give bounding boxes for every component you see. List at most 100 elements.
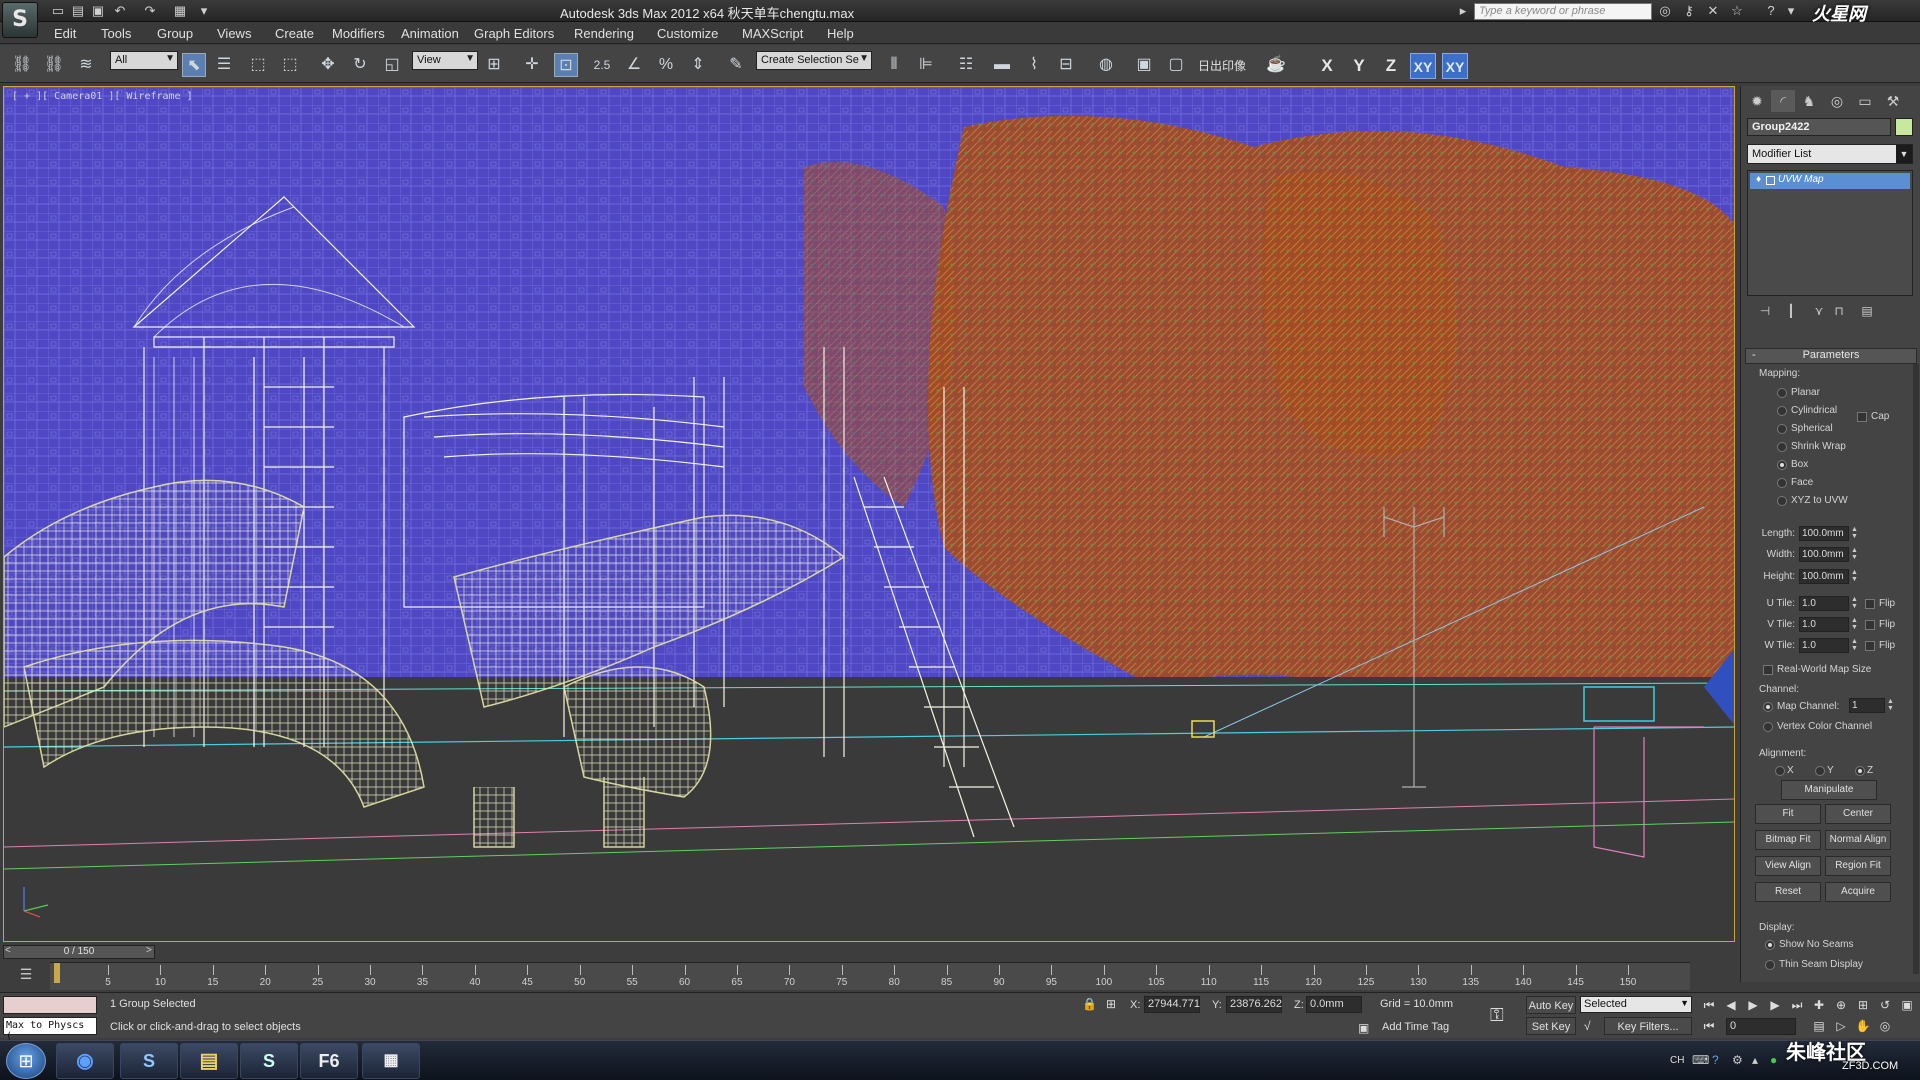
menu-graph-editors[interactable]: Graph Editors bbox=[474, 26, 554, 41]
fit-button[interactable]: Fit bbox=[1755, 804, 1821, 824]
curve-editor-icon[interactable]: ⌇ bbox=[1022, 53, 1046, 77]
go-to-start-icon[interactable]: ⏮ bbox=[1700, 996, 1718, 1014]
app-menu-button[interactable]: S bbox=[2, 2, 38, 38]
render-setup-icon[interactable]: ▣ bbox=[1132, 53, 1156, 77]
quick-access-dropdown-icon[interactable]: ▾ bbox=[196, 3, 212, 19]
time-slider[interactable]: 0 / 150 bbox=[3, 945, 155, 959]
key-mode-toggle-icon[interactable]: ⏮ bbox=[1700, 1017, 1718, 1035]
open-icon[interactable]: ▤ bbox=[70, 3, 86, 19]
named-selection-dropdown[interactable]: Create Selection Se ▼ bbox=[756, 51, 872, 70]
light-bulb-icon[interactable]: ♦ bbox=[1756, 174, 1761, 185]
menu-group[interactable]: Group bbox=[157, 26, 193, 41]
y-coord-field[interactable]: 23876.262 bbox=[1226, 996, 1282, 1013]
move-icon[interactable]: ✥ bbox=[316, 53, 340, 77]
mapping-radio-cylindrical[interactable] bbox=[1777, 406, 1787, 416]
window-crossing-icon[interactable]: ⬚ bbox=[278, 53, 302, 77]
snap-toggle-icon[interactable]: 2.5 bbox=[590, 53, 614, 77]
mapping-radio-xyz-to-uvw[interactable] bbox=[1777, 496, 1787, 506]
scale-icon[interactable]: ◱ bbox=[380, 53, 404, 77]
key-mode-dropdown[interactable]: Selected ▼ bbox=[1580, 996, 1692, 1013]
pan-icon[interactable]: ✋ bbox=[1854, 1017, 1872, 1035]
zoom-icon[interactable]: ✚ bbox=[1810, 996, 1828, 1014]
stack-item-uvw-map[interactable]: ♦ UVW Map bbox=[1750, 173, 1910, 189]
w-tile-field[interactable]: 1.0 bbox=[1799, 638, 1849, 653]
start-button[interactable]: ⊞ bbox=[6, 1043, 46, 1079]
menu-animation[interactable]: Animation bbox=[401, 26, 459, 41]
pin-stack-icon[interactable]: ⊣ bbox=[1755, 304, 1775, 322]
map-channel-spinner-icon[interactable]: ▲ ▼ bbox=[1887, 698, 1895, 713]
u-flip-checkbox[interactable] bbox=[1865, 599, 1875, 609]
bind-space-warp-icon[interactable]: ≋ bbox=[74, 53, 98, 77]
input-language-indicator[interactable]: CH bbox=[1670, 1055, 1684, 1066]
vertex-color-channel-radio[interactable] bbox=[1763, 722, 1773, 732]
material-editor-icon[interactable]: ◍ bbox=[1094, 53, 1118, 77]
star-icon[interactable]: ☆ bbox=[1728, 3, 1746, 19]
mapping-radio-shrink-wrap[interactable] bbox=[1777, 442, 1787, 452]
normal-align-button[interactable]: Normal Align bbox=[1825, 830, 1891, 850]
save-icon[interactable]: ▣ bbox=[90, 3, 106, 19]
search-input[interactable]: Type a keyword or phrase bbox=[1474, 3, 1652, 20]
command-panel-scrollbar[interactable] bbox=[1913, 364, 1919, 974]
binoculars-icon[interactable]: ◎ bbox=[1656, 3, 1674, 19]
next-frame-icon[interactable]: ▶ bbox=[1766, 996, 1784, 1014]
align-icon[interactable]: ⊫ bbox=[914, 53, 938, 77]
create-tab-icon[interactable]: ✹ bbox=[1745, 90, 1769, 112]
slider-right-arrow-icon[interactable]: > bbox=[146, 945, 152, 956]
map-channel-radio[interactable] bbox=[1763, 702, 1773, 712]
show-end-result-icon[interactable]: ┃ bbox=[1781, 304, 1801, 322]
mirror-icon[interactable]: ⫴ bbox=[882, 53, 906, 77]
absolute-mode-icon[interactable]: ⊞ bbox=[1106, 997, 1116, 1011]
real-world-map-size-checkbox[interactable] bbox=[1763, 665, 1773, 675]
u-tile-field[interactable]: 1.0 bbox=[1799, 596, 1849, 611]
select-object-icon[interactable]: ⬉ bbox=[182, 53, 206, 77]
expand-icon[interactable]: ▸ bbox=[1454, 3, 1472, 19]
current-frame-field[interactable]: 0 bbox=[1726, 1018, 1796, 1035]
bitmap-fit-button[interactable]: Bitmap Fit bbox=[1755, 830, 1821, 850]
tray-network-icon[interactable]: ● bbox=[1770, 1053, 1777, 1067]
modifier-list-dropdown[interactable]: Modifier List ▼ bbox=[1747, 144, 1913, 164]
align-z-radio[interactable] bbox=[1855, 766, 1865, 776]
keyboard-shortcut-override-icon[interactable]: ⊡ bbox=[554, 53, 578, 77]
rendered-frame-window-icon[interactable]: ▢ bbox=[1164, 53, 1188, 77]
tray-settings-icon[interactable]: ⚙ bbox=[1732, 1053, 1743, 1067]
schematic-view-icon[interactable]: ⊟ bbox=[1054, 53, 1078, 77]
display-tab-icon[interactable]: ▭ bbox=[1853, 90, 1877, 112]
align-x-radio[interactable] bbox=[1775, 766, 1785, 776]
viewport-label[interactable]: [ + ][ Camera01 ][ Wireframe ] bbox=[12, 91, 193, 102]
set-key-button[interactable]: Set Key bbox=[1526, 1017, 1576, 1035]
menu-help[interactable]: Help bbox=[827, 26, 854, 41]
angle-snap-icon[interactable]: ∠ bbox=[622, 53, 646, 77]
view-align-button[interactable]: View Align bbox=[1755, 856, 1821, 876]
layer-manager-icon[interactable]: ☷ bbox=[954, 53, 978, 77]
v-flip-checkbox[interactable] bbox=[1865, 620, 1875, 630]
acquire-button[interactable]: Acquire bbox=[1825, 882, 1891, 902]
height-spinner-icon[interactable]: ▲ ▼ bbox=[1851, 569, 1859, 584]
object-color-swatch[interactable] bbox=[1895, 118, 1913, 136]
mapping-radio-face[interactable] bbox=[1777, 478, 1787, 488]
taskbar-app-1[interactable]: ◉ bbox=[56, 1043, 114, 1079]
width-field[interactable]: 100.0mm bbox=[1799, 547, 1849, 562]
show-no-seams-radio[interactable] bbox=[1765, 940, 1775, 950]
render-teapot-icon[interactable]: ☕ bbox=[1264, 53, 1288, 77]
maxscript-mini-listener[interactable]: Max to Physcs ( bbox=[3, 1017, 97, 1042]
maximize-viewport-icon[interactable]: ▣ bbox=[1898, 996, 1916, 1014]
mapping-radio-box[interactable] bbox=[1777, 460, 1787, 470]
time-tag-icon[interactable]: ▣ bbox=[1358, 1021, 1369, 1035]
current-frame-marker[interactable] bbox=[54, 963, 60, 983]
field-of-view-icon[interactable]: ▷ bbox=[1832, 1017, 1850, 1035]
height-field[interactable]: 100.0mm bbox=[1799, 569, 1849, 584]
hierarchy-tab-icon[interactable]: ♞ bbox=[1797, 90, 1821, 112]
reference-coord-dropdown[interactable]: View ▼ bbox=[412, 51, 478, 70]
select-manipulate-icon[interactable]: ✛ bbox=[520, 53, 544, 77]
taskbar-f6-app[interactable]: F6 bbox=[300, 1043, 358, 1079]
select-by-name-icon[interactable]: ☰ bbox=[212, 53, 236, 77]
key-icon[interactable]: ⚷ bbox=[1680, 3, 1698, 19]
configure-modifier-sets-icon[interactable]: ▤ bbox=[1857, 304, 1877, 322]
v-tile-spinner-icon[interactable]: ▲ ▼ bbox=[1851, 617, 1859, 632]
edit-named-selection-icon[interactable]: ✎ bbox=[724, 53, 748, 77]
maxscript-listener-field[interactable] bbox=[3, 996, 97, 1014]
text-tool-label[interactable]: 日出印像 bbox=[1198, 57, 1246, 74]
length-spinner-icon[interactable]: ▲ ▼ bbox=[1851, 526, 1859, 541]
help-dropdown-icon[interactable]: ▾ bbox=[1782, 3, 1800, 19]
utilities-tab-icon[interactable]: ⚒ bbox=[1881, 90, 1905, 112]
